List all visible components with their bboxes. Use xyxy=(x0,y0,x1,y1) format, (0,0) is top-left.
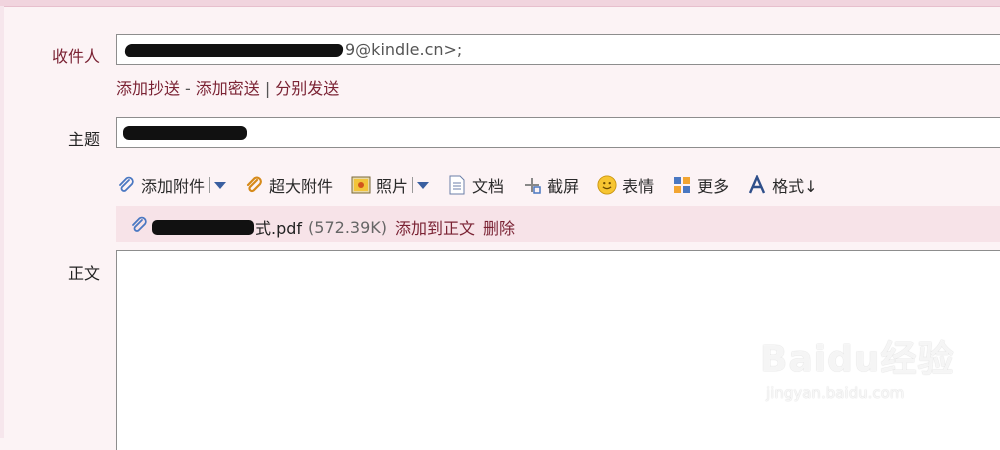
chevron-down-icon xyxy=(214,181,227,189)
delete-attachment-link[interactable]: 删除 xyxy=(483,215,515,239)
redacted-filename xyxy=(152,219,254,235)
recipient-email-suffix: 9@kindle.cn>; xyxy=(345,40,463,59)
font-format-icon xyxy=(747,175,767,195)
attachment-bar: 式.pdf (572.39K) 添加到正文 删除 xyxy=(116,206,1000,242)
subject-input[interactable] xyxy=(116,117,1000,148)
format-button[interactable]: 格式↓ xyxy=(747,173,818,197)
left-edge xyxy=(0,6,4,438)
smiley-icon xyxy=(597,175,617,195)
more-label: 更多 xyxy=(697,177,730,196)
large-attachment-label: 超大附件 xyxy=(269,177,334,196)
emoji-button[interactable]: 表情 xyxy=(597,173,654,197)
dash-separator: - xyxy=(185,79,191,98)
emoji-label: 表情 xyxy=(622,177,655,196)
add-attachment-label: 添加附件 xyxy=(141,177,206,196)
redacted-recipient xyxy=(124,44,344,57)
photo-icon xyxy=(351,175,371,195)
watermark-url: jingyan.baidu.com xyxy=(766,384,905,402)
add-attachment-dropdown[interactable] xyxy=(209,177,227,193)
photo-label: 照片 xyxy=(376,177,409,196)
photo-dropdown[interactable] xyxy=(412,177,430,193)
recipient-input[interactable]: 9@kindle.cn>; xyxy=(116,34,1000,65)
pipe-separator: | xyxy=(264,79,271,98)
screenshot-button[interactable]: 截屏 xyxy=(522,173,579,197)
top-strip xyxy=(0,0,1000,7)
watermark-logo: Baidu经验 xyxy=(760,339,955,380)
format-label: 格式↓ xyxy=(772,177,818,196)
paperclip-icon xyxy=(116,175,136,195)
photo-button[interactable]: 照片 xyxy=(351,173,430,197)
add-bcc-link[interactable]: 添加密送 xyxy=(196,79,260,98)
add-attachment-button[interactable]: 添加附件 xyxy=(116,173,227,197)
compose-toolbar: 添加附件 超大附件 照片 文档 截屏 表情 更多 格式↓ xyxy=(116,172,836,198)
add-to-body-link[interactable]: 添加到正文 xyxy=(395,215,475,239)
send-separately-link[interactable]: 分别发送 xyxy=(275,79,339,98)
attachment-filename: 式.pdf xyxy=(255,219,303,238)
document-label: 文档 xyxy=(472,177,505,196)
chevron-down-icon xyxy=(417,181,430,189)
screenshot-label: 截屏 xyxy=(547,177,580,196)
attachment-size: (572.39K) xyxy=(308,217,388,237)
recipient-value: 9@kindle.cn>; xyxy=(124,40,463,59)
scissors-icon xyxy=(522,175,542,195)
large-attachment-button[interactable]: 超大附件 xyxy=(244,173,333,197)
add-cc-link[interactable]: 添加抄送 xyxy=(116,79,180,98)
recipient-label: 收件人 xyxy=(51,47,100,66)
baidu-watermark: Baidu经验 jingyan.baidu.com xyxy=(760,330,954,402)
attachment-paperclip-icon xyxy=(130,216,148,238)
cc-links: 添加抄送 - 添加密送 | 分别发送 xyxy=(116,75,339,99)
grid-icon xyxy=(672,175,692,195)
more-button[interactable]: 更多 xyxy=(672,173,729,197)
redacted-subject xyxy=(123,126,247,140)
body-label: 正文 xyxy=(67,264,100,283)
document-button[interactable]: 文档 xyxy=(447,173,504,197)
subject-label: 主题 xyxy=(67,130,100,149)
document-icon xyxy=(447,175,467,195)
large-paperclip-icon xyxy=(244,175,264,195)
attachment-item: 式.pdf (572.39K) 添加到正文 删除 xyxy=(130,215,515,239)
